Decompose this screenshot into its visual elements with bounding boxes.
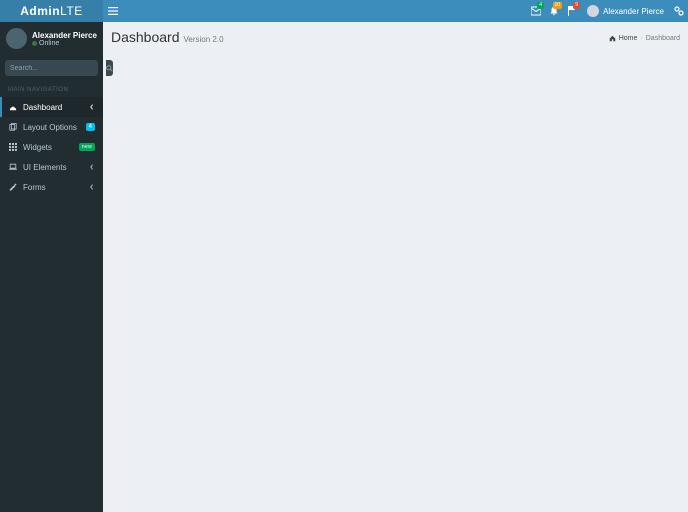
messages-badge: 4 — [537, 2, 544, 9]
user-menu-button[interactable]: Alexander Pierce — [581, 0, 670, 22]
messages-button[interactable]: 4 — [527, 0, 545, 22]
sidebar-item-dashboard[interactable]: Dashboard — [0, 97, 103, 117]
breadcrumb-separator: › — [640, 35, 642, 42]
breadcrumb-current: Dashboard — [646, 35, 680, 42]
page-title-text: Dashboard — [111, 29, 180, 45]
page-subtitle: Version 2.0 — [184, 35, 224, 44]
sidebar-search — [5, 60, 98, 76]
sidebar-toggle-button[interactable] — [103, 0, 123, 22]
search-button[interactable] — [106, 60, 113, 76]
tasks-badge: 9 — [573, 2, 580, 9]
user-name-label: Alexander Pierce — [603, 7, 664, 16]
notifications-badge: 10 — [553, 2, 563, 9]
sidebar-menu: Dashboard Layout Options 4 Widgets new U… — [0, 97, 103, 197]
notifications-button[interactable]: 10 — [545, 0, 563, 22]
gears-icon — [674, 6, 684, 16]
content-body — [103, 52, 688, 512]
brand-logo[interactable]: AdminLTE — [0, 0, 103, 22]
sidebar-item-label: Layout Options — [23, 123, 86, 132]
avatar — [6, 28, 27, 49]
sidebar-user-status[interactable]: Online — [32, 40, 97, 47]
sidebar-item-label: UI Elements — [23, 163, 89, 172]
sidebar-item-forms[interactable]: Forms — [0, 177, 103, 197]
laptop-icon — [8, 163, 18, 171]
edit-icon — [8, 183, 18, 191]
sidebar-user-name: Alexander Pierce — [32, 31, 97, 40]
chevron-left-icon — [89, 164, 95, 170]
page-title: Dashboard Version 2.0 — [111, 29, 224, 45]
sidebar-section-header: MAIN NAVIGATION — [0, 81, 103, 97]
avatar — [587, 5, 599, 17]
control-sidebar-button[interactable] — [670, 0, 688, 22]
bars-icon — [108, 6, 118, 16]
status-label: Online — [39, 40, 59, 47]
tasks-button[interactable]: 9 — [563, 0, 581, 22]
sidebar-item-label: Forms — [23, 183, 89, 192]
content-wrapper: Dashboard Version 2.0 Home › Dashboard — [103, 22, 688, 512]
home-icon — [609, 35, 616, 42]
breadcrumb: Home › Dashboard — [609, 35, 680, 42]
sidebar-item-layout-options[interactable]: Layout Options 4 — [0, 117, 103, 137]
brand-bold: Admin — [20, 4, 60, 18]
search-input[interactable] — [5, 65, 106, 72]
content-header: Dashboard Version 2.0 Home › Dashboard — [103, 22, 688, 52]
online-dot-icon — [32, 41, 37, 46]
files-icon — [8, 123, 18, 131]
top-navbar: AdminLTE 4 10 9 Alexander Pierce — [0, 0, 688, 22]
sidebar-item-ui-elements[interactable]: UI Elements — [0, 157, 103, 177]
dashboard-icon — [8, 103, 18, 111]
sidebar-badge: 4 — [86, 123, 95, 131]
chevron-left-icon — [89, 104, 95, 110]
chevron-left-icon — [89, 184, 95, 190]
brand-light: LTE — [60, 4, 83, 18]
search-icon — [106, 65, 113, 72]
th-icon — [8, 143, 18, 151]
sidebar-item-widgets[interactable]: Widgets new — [0, 137, 103, 157]
sidebar-item-label: Widgets — [23, 143, 79, 152]
breadcrumb-home-link[interactable]: Home — [619, 35, 638, 42]
sidebar-user-panel: Alexander Pierce Online — [0, 22, 103, 55]
new-label: new — [79, 143, 95, 151]
sidebar-item-label: Dashboard — [23, 103, 89, 112]
main-sidebar: Alexander Pierce Online MAIN NAVIGATION … — [0, 22, 103, 512]
